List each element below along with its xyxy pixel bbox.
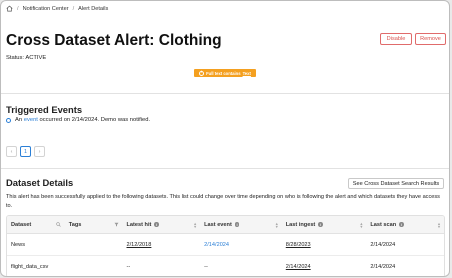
warning-icon: ! xyxy=(199,70,205,76)
status-label: Status: ACTIVE xyxy=(6,55,47,61)
sort-icon[interactable]: ▴ ▾ xyxy=(360,221,362,228)
cell-dataset: News xyxy=(11,241,25,248)
col-label: Last scan xyxy=(370,221,397,228)
cell-latest-hit: -- xyxy=(126,263,131,270)
prev-page-button[interactable]: ‹ xyxy=(6,146,17,157)
breadcrumb: / Notification Center / Alert Details xyxy=(6,5,108,12)
app-window: / Notification Center / Alert Details Cr… xyxy=(0,0,450,277)
timeline-dot-icon xyxy=(6,117,11,123)
breadcrumb-separator: / xyxy=(72,5,75,12)
col-label: Dataset xyxy=(11,221,32,228)
cell-last-ingest: 2/14/2024 xyxy=(282,256,367,276)
datasets-table: Dataset Tags Latest hit i ▴ ▾ Last event i … xyxy=(6,215,445,276)
breadcrumb-notification-center[interactable]: Notification Center xyxy=(23,6,69,12)
cell-last-scan: 2/14/2024 xyxy=(370,241,396,248)
last-ingest-link[interactable]: 2/14/2024 xyxy=(286,264,311,270)
banner-link[interactable]: Text xyxy=(243,71,251,76)
col-label: Last ingest xyxy=(285,221,316,228)
dataset-description: This alert has been successfully applied… xyxy=(6,194,440,209)
cell-last-ingest: 8/28/2023 xyxy=(282,234,367,255)
col-label: Latest hit xyxy=(126,221,152,228)
cell-last-event: -- xyxy=(204,263,208,270)
col-header-tags[interactable]: Tags xyxy=(65,216,123,233)
dataset-details-title: Dataset Details xyxy=(6,177,74,188)
pagination: ‹ 1 › xyxy=(6,146,45,157)
cell-last-scan: 2/14/2024 xyxy=(370,263,396,270)
cross-dataset-search-button[interactable]: See Cross Dataset Search Results xyxy=(348,178,444,189)
sort-icon[interactable]: ▴ ▾ xyxy=(276,221,278,228)
triggered-events-title: Triggered Events xyxy=(6,104,83,115)
col-header-last-event[interactable]: Last event i ▴ ▾ xyxy=(200,216,282,233)
search-icon[interactable] xyxy=(56,222,61,227)
event-item: An event occurred on 2/14/2024. Demo was… xyxy=(6,117,150,123)
table-row[interactable]: flight_data_csv -- -- 2/14/2024 2/14/202… xyxy=(7,256,444,276)
col-header-dataset[interactable]: Dataset xyxy=(7,216,65,233)
info-icon[interactable]: i xyxy=(318,222,323,227)
info-icon[interactable]: i xyxy=(399,222,404,227)
cell-tags xyxy=(65,234,123,255)
filter-icon[interactable] xyxy=(114,222,119,227)
breadcrumb-separator: / xyxy=(17,5,19,12)
banner-text: Full text contains xyxy=(206,70,241,76)
next-page-button[interactable]: › xyxy=(34,146,45,157)
page-title: Cross Dataset Alert: Clothing xyxy=(6,32,222,49)
home-icon[interactable] xyxy=(6,5,13,12)
col-header-latest-hit[interactable]: Latest hit i ▴ ▾ xyxy=(123,216,201,233)
cell-dataset: flight_data_csv xyxy=(11,263,49,270)
table-header: Dataset Tags Latest hit i ▴ ▾ Last event i … xyxy=(7,216,444,234)
remove-button[interactable]: Remove xyxy=(415,33,446,45)
event-text: An event occurred on 2/14/2024. Demo was… xyxy=(15,117,150,123)
col-header-last-ingest[interactable]: Last ingest i ▴ ▾ xyxy=(282,216,367,233)
col-label: Last event xyxy=(204,221,232,228)
divider xyxy=(1,168,449,169)
last-ingest-link[interactable]: 8/28/2023 xyxy=(286,242,311,248)
sort-icon[interactable]: ▴ ▾ xyxy=(438,221,440,228)
event-suffix: occurred on 2/14/2024. Demo was notified… xyxy=(39,117,151,123)
cell-latest-hit: 2/12/2018 xyxy=(123,234,201,255)
info-icon[interactable]: i xyxy=(154,222,159,227)
latest-hit-link[interactable]: 2/12/2018 xyxy=(127,242,152,248)
page-1-button[interactable]: 1 xyxy=(20,146,31,157)
col-header-last-scan[interactable]: Last scan i ▴ ▾ xyxy=(366,216,444,233)
table-row[interactable]: News 2/12/2018 2/14/2024 8/28/2023 2/14/… xyxy=(7,234,444,256)
breadcrumb-alert-details: Alert Details xyxy=(78,5,109,12)
col-label: Tags xyxy=(68,221,82,228)
query-banner: ! Full text contains Text xyxy=(194,69,256,77)
sort-icon[interactable]: ▴ ▾ xyxy=(194,221,196,228)
info-icon[interactable]: i xyxy=(234,222,240,227)
last-event-link[interactable]: 2/14/2024 xyxy=(204,242,229,248)
divider xyxy=(1,93,449,94)
cell-last-event: 2/14/2024 xyxy=(200,234,282,255)
event-link[interactable]: event xyxy=(24,117,38,123)
event-prefix: An xyxy=(15,117,23,123)
disable-button[interactable]: Disable xyxy=(380,33,412,45)
cell-tags xyxy=(65,256,123,276)
